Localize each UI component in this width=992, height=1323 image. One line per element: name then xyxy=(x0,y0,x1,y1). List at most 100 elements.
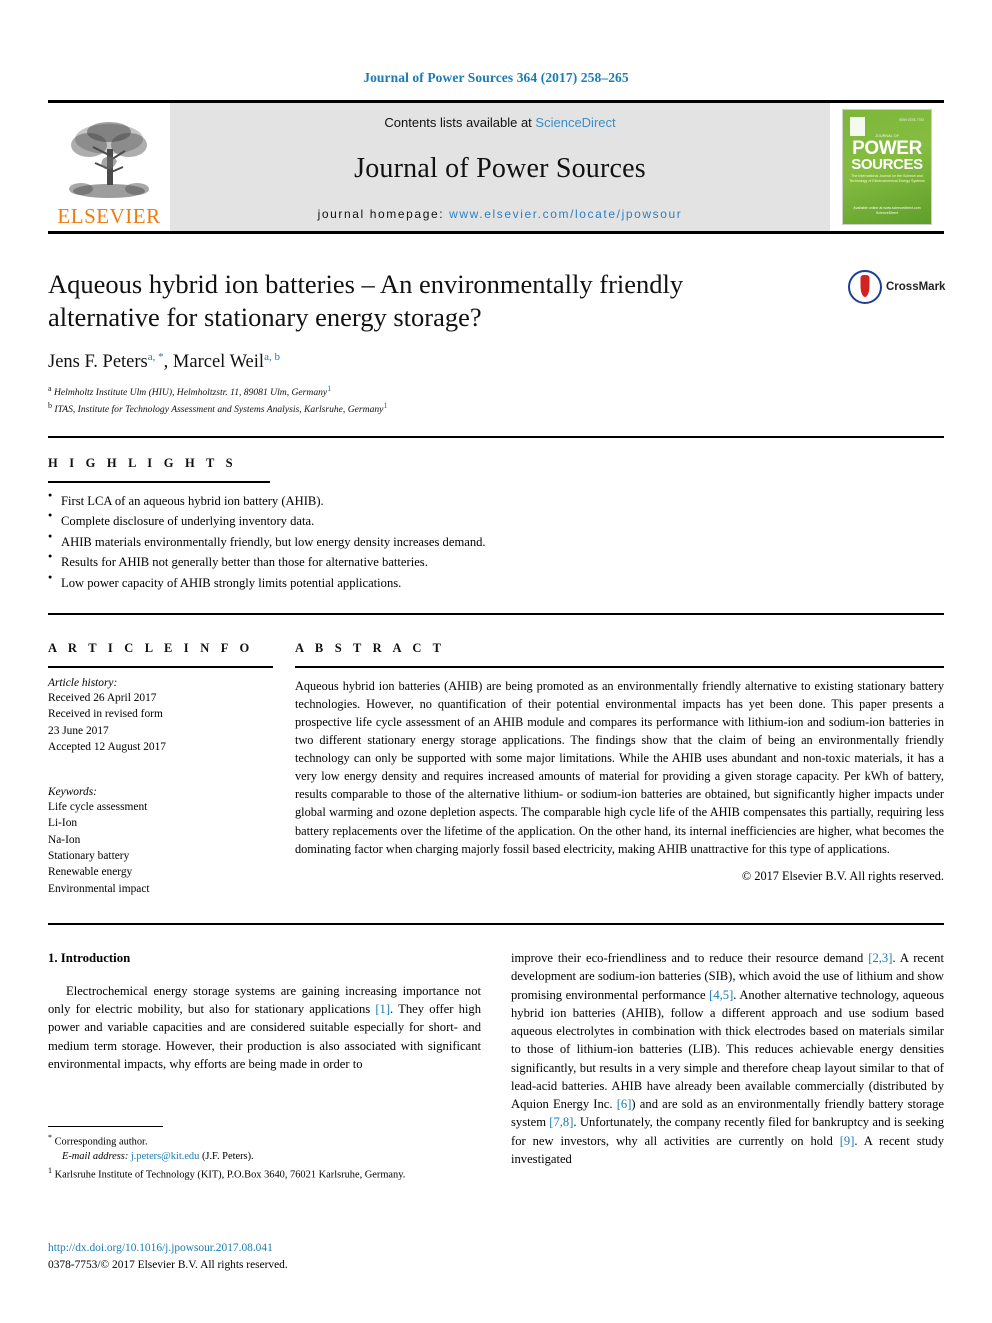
abstract-heading: A B S T R A C T xyxy=(295,641,446,656)
footnote-corresponding-text: Corresponding author. xyxy=(54,1136,148,1148)
section-heading-introduction: 1. Introduction xyxy=(48,951,131,966)
author-list: Jens F. Petersa, *, Marcel Weila, b xyxy=(48,350,280,372)
intro-right-part-3: . Another alternative technology, aqueou… xyxy=(511,987,944,1112)
keyword-item: Environmental impact xyxy=(48,882,150,895)
citation-1[interactable]: [1] xyxy=(375,1002,390,1016)
page-title: Aqueous hybrid ion batteries – An enviro… xyxy=(48,269,684,333)
contents-prefix: Contents lists available at xyxy=(384,115,532,130)
keyword-item: Stationary battery xyxy=(48,849,130,862)
journal-homepage-line: journal homepage: www.elsevier.com/locat… xyxy=(318,207,683,221)
crossmark-badge[interactable]: CrossMark xyxy=(848,270,946,304)
cover-issn: ISSN 0378-7753 xyxy=(898,118,924,122)
article-history-line: Received 26 April 2017 xyxy=(48,692,157,705)
sciencedirect-link[interactable]: ScienceDirect xyxy=(535,115,615,130)
affiliation-mark-b: b xyxy=(48,401,52,411)
article-history-line: 23 June 2017 xyxy=(48,724,109,737)
article-history-label: Article history: xyxy=(48,677,118,690)
intro-paragraph-left: Electrochemical energy storage systems a… xyxy=(48,982,481,1073)
journal-cover-wrap: ISSN 0378-7753 JOURNAL OF POWER SOURCES … xyxy=(830,103,944,231)
footnote-note-1: 1 Karlsruhe Institute of Technology (KIT… xyxy=(48,1165,480,1183)
keyword-item: Li-Ion xyxy=(48,817,78,830)
citation-7-8[interactable]: [7,8] xyxy=(549,1115,573,1129)
elsevier-wordmark: ELSEVIER xyxy=(57,204,161,228)
info-abstract-section: A R T I C L E I N F O Article history: R… xyxy=(48,641,944,897)
cover-tagline: The International Journal on the Science… xyxy=(849,174,925,184)
elsevier-tree-icon xyxy=(69,122,149,198)
journal-homepage-link[interactable]: www.elsevier.com/locate/jpowsour xyxy=(449,207,682,221)
body-column-right: improve their eco-friendliness and to re… xyxy=(511,949,944,1168)
elsevier-logo: ELSEVIER xyxy=(48,103,170,231)
divider-above-body xyxy=(48,923,944,926)
footnote-rule xyxy=(48,1126,163,1127)
footnote-email-label: E-mail address: xyxy=(62,1151,129,1163)
crossmark-label: CrossMark xyxy=(886,281,946,293)
affiliation-note-b: 1 xyxy=(383,401,388,411)
keyword-item: Renewable energy xyxy=(48,866,133,879)
doi-link[interactable]: http://dx.doi.org/10.1016/j.jpowsour.201… xyxy=(48,1240,480,1257)
highlights-section: H I G H L I G H T S First LCA of an aque… xyxy=(48,456,944,593)
article-history-line: Received in revised form xyxy=(48,708,163,721)
title-block: CrossMark Aqueous hybrid ion batteries –… xyxy=(48,268,946,418)
doi-block: http://dx.doi.org/10.1016/j.jpowsour.201… xyxy=(48,1240,480,1274)
homepage-prefix: journal homepage: xyxy=(317,207,445,221)
affiliation-b: b ITAS, Institute for Technology Assessm… xyxy=(48,400,944,418)
author-marks-2: a, b xyxy=(264,350,280,363)
journal-title: Journal of Power Sources xyxy=(354,152,646,184)
citation-2-3[interactable]: [2,3] xyxy=(868,951,892,965)
divider-above-highlights xyxy=(48,436,944,439)
masthead-center: Contents lists available at ScienceDirec… xyxy=(170,103,830,231)
affiliation-text-a: Helmholtz Institute Ulm (HIU), Helmholtz… xyxy=(53,387,328,399)
affiliation-note-a: 1 xyxy=(327,383,332,393)
abstract-rule xyxy=(295,666,944,669)
citation-9[interactable]: [9] xyxy=(840,1134,855,1148)
contents-available-line: Contents lists available at ScienceDirec… xyxy=(384,115,615,130)
article-info-heading: A R T I C L E I N F O xyxy=(48,641,254,656)
journal-masthead: ELSEVIER Contents lists available at Sci… xyxy=(48,100,944,234)
intro-right-part-1: improve their eco-friendliness and to re… xyxy=(511,951,869,966)
cover-title-sources: SOURCES xyxy=(851,156,923,173)
issn-copyright-line: 0378-7753/© 2017 Elsevier B.V. All right… xyxy=(48,1259,288,1272)
citation-4-5[interactable]: [4,5] xyxy=(709,988,733,1002)
affiliation-text-b: ITAS, Institute for Technology Assessmen… xyxy=(54,404,384,416)
cover-footer: Available online at www.sciencedirect.co… xyxy=(853,205,921,216)
footnote-email-line: E-mail address: j.peters@kit.edu (J.F. P… xyxy=(48,1150,480,1165)
intro-paragraph-right: improve their eco-friendliness and to re… xyxy=(511,949,944,1168)
list-item: Low power capacity of AHIB strongly limi… xyxy=(48,572,944,593)
author-marks-1: a, * xyxy=(147,350,164,363)
affiliation-list: a Helmholtz Institute Ulm (HIU), Helmhol… xyxy=(48,383,944,418)
list-item: AHIB materials environmentally friendly,… xyxy=(48,531,944,552)
footnote-note-mark: 1 xyxy=(48,1166,52,1175)
divider-above-abstract xyxy=(48,613,944,616)
author-name-1: Jens F. Peters xyxy=(48,351,148,372)
article-info-column: A R T I C L E I N F O Article history: R… xyxy=(48,641,273,897)
citation-6[interactable]: [6] xyxy=(617,1097,632,1111)
keyword-item: Na-Ion xyxy=(48,833,81,846)
running-head: Journal of Power Sources 364 (2017) 258–… xyxy=(363,70,629,85)
footnote-note-text: Karlsruhe Institute of Technology (KIT),… xyxy=(54,1169,406,1181)
abstract-text: Aqueous hybrid ion batteries (AHIB) are … xyxy=(295,679,944,856)
affiliation-mark-a: a xyxy=(48,383,52,393)
keywords-block: Keywords: Life cycle assessment Li-Ion N… xyxy=(48,786,273,898)
footnotes-block: * Corresponding author. E-mail address: … xyxy=(48,1126,480,1183)
article-history-line: Accepted 12 August 2017 xyxy=(48,741,166,754)
journal-cover-thumbnail: ISSN 0378-7753 JOURNAL OF POWER SOURCES … xyxy=(843,110,931,224)
footnote-asterisk: * xyxy=(48,1133,52,1142)
keyword-item: Life cycle assessment xyxy=(48,800,148,813)
footnote-email-suffix: (J.F. Peters). xyxy=(201,1151,254,1163)
footnote-email-link[interactable]: j.peters@kit.edu xyxy=(131,1151,199,1162)
highlights-heading: H I G H L I G H T S xyxy=(48,456,237,471)
list-item: Complete disclosure of underlying invent… xyxy=(48,510,944,531)
abstract-copyright: © 2017 Elsevier B.V. All rights reserved… xyxy=(741,868,944,883)
list-item: Results for AHIB not generally better th… xyxy=(48,551,944,572)
crossmark-icon xyxy=(848,270,882,304)
list-item: First LCA of an aqueous hybrid ion batte… xyxy=(48,490,944,511)
abstract-column: A B S T R A C T Aqueous hybrid ion batte… xyxy=(295,641,944,897)
author-name-2: Marcel Weil xyxy=(172,351,265,372)
paper-page: Journal of Power Sources 364 (2017) 258–… xyxy=(0,0,992,1323)
article-info-rule xyxy=(48,666,273,669)
affiliation-a: a Helmholtz Institute Ulm (HIU), Helmhol… xyxy=(48,383,944,401)
footnote-corresponding-author: * Corresponding author. xyxy=(48,1132,480,1150)
highlights-rule xyxy=(48,481,270,484)
keywords-label: Keywords: xyxy=(48,785,97,798)
highlights-list: First LCA of an aqueous hybrid ion batte… xyxy=(48,490,944,593)
